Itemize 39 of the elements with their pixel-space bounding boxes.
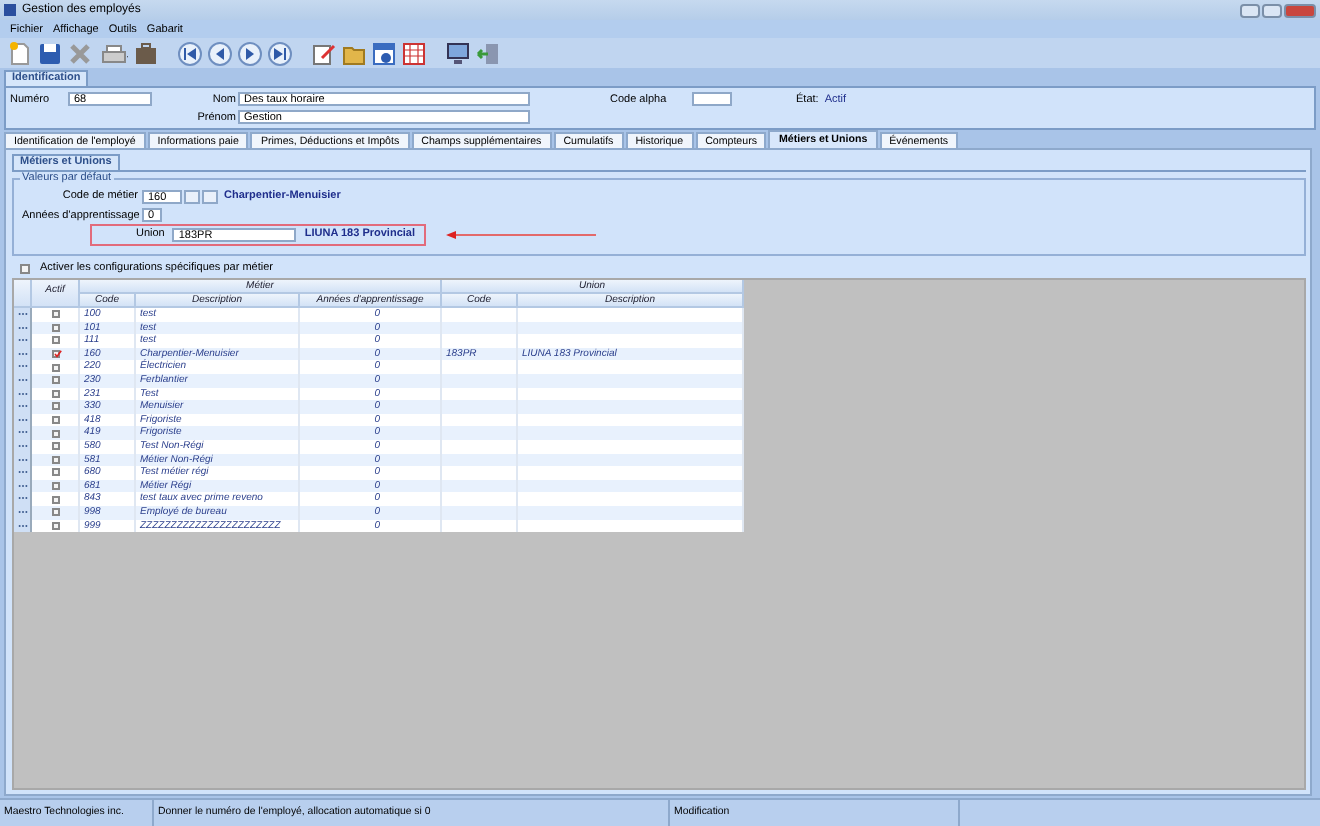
checkbox[interactable] — [51, 468, 59, 477]
checkbox[interactable] — [51, 416, 59, 425]
checkbox[interactable] — [20, 263, 30, 273]
last-record-icon[interactable] — [268, 41, 292, 65]
notepad-icon[interactable] — [312, 41, 336, 65]
checkbox[interactable] — [51, 376, 59, 385]
new-document-icon[interactable] — [8, 41, 32, 65]
maximize-button[interactable] — [1262, 3, 1282, 17]
row-header — [14, 280, 32, 308]
row-selector[interactable] — [14, 308, 32, 322]
checkbox[interactable] — [51, 521, 59, 530]
table-icon[interactable] — [402, 41, 426, 65]
lookup-button[interactable] — [202, 189, 218, 203]
close-button[interactable] — [1284, 3, 1316, 17]
briefcase-icon[interactable] — [134, 41, 158, 65]
checkbox[interactable] — [51, 442, 59, 451]
checkbox[interactable] — [51, 310, 59, 319]
calendar-icon[interactable] — [372, 41, 396, 65]
checkbox[interactable] — [51, 455, 59, 464]
minimize-button[interactable] — [1240, 3, 1260, 17]
checkbox[interactable] — [51, 508, 59, 517]
checkbox[interactable] — [51, 402, 59, 411]
app-icon — [4, 4, 16, 16]
checkbox[interactable] — [51, 429, 59, 438]
printer-icon[interactable] — [98, 41, 128, 65]
monitor-icon[interactable] — [446, 41, 470, 65]
first-record-icon[interactable] — [178, 41, 202, 65]
checkbox[interactable] — [51, 389, 59, 398]
checkbox[interactable] — [51, 323, 59, 332]
next-record-icon[interactable] — [238, 41, 262, 65]
input-field[interactable] — [692, 92, 732, 106]
save-icon[interactable] — [38, 41, 62, 65]
checkbox[interactable] — [51, 363, 59, 372]
checkbox[interactable] — [51, 336, 59, 345]
checkbox[interactable] — [51, 495, 59, 504]
checkbox[interactable] — [51, 482, 59, 491]
checkbox[interactable] — [51, 350, 59, 359]
previous-record-icon[interactable] — [208, 41, 232, 65]
spinner-button[interactable] — [184, 189, 200, 203]
